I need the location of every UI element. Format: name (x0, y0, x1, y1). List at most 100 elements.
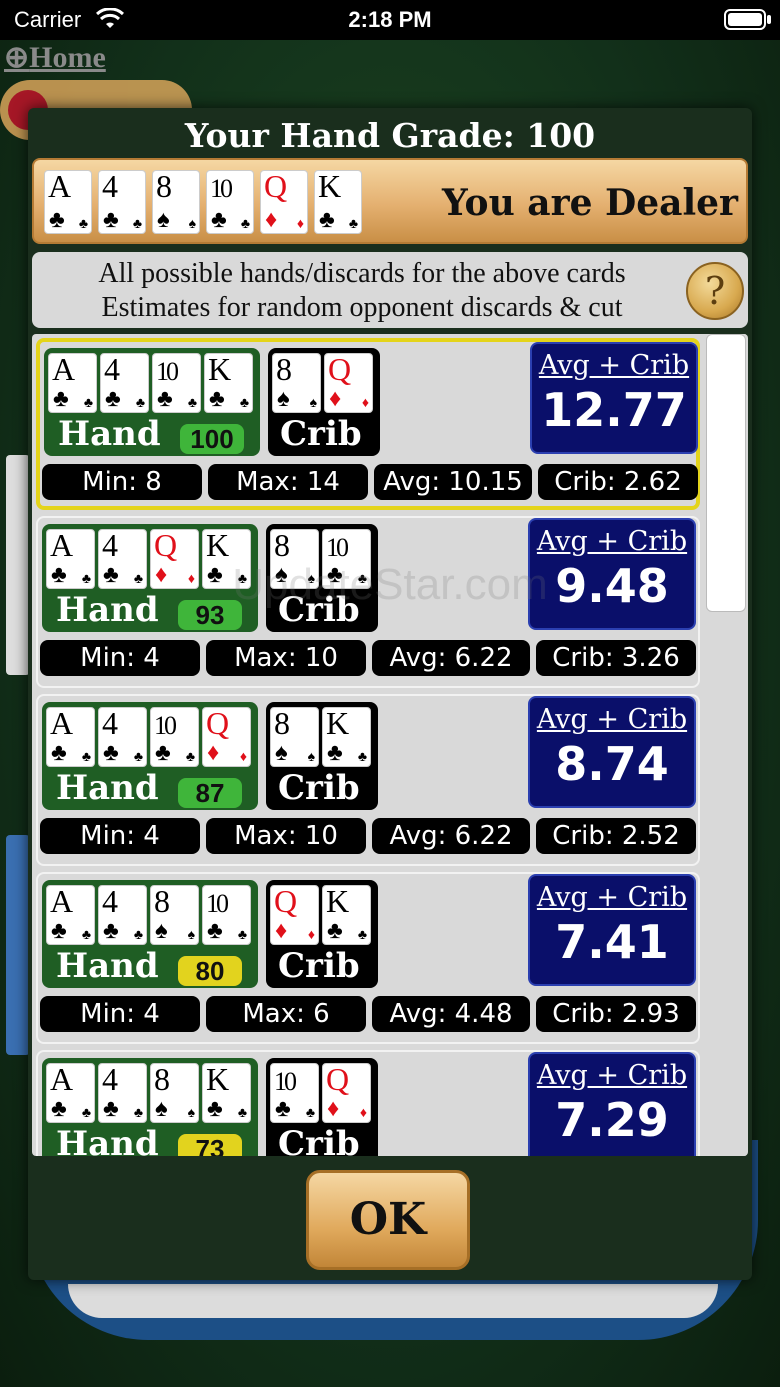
playing-card: 8 ♠ ♠ (270, 527, 319, 589)
card-suit-small-icon: ♣ (133, 570, 143, 586)
avg-crib-value: 9.48 (555, 559, 669, 613)
card-suit-small-icon: ♣ (237, 570, 247, 586)
avg-crib-box: Avg + Crib 7.29 (528, 1052, 696, 1156)
card-suit-small-icon: ♣ (133, 748, 143, 764)
avg-crib-label: Avg + Crib (536, 526, 688, 557)
max-stat: Max: 10 (206, 640, 366, 676)
card-rank: 4 (102, 705, 118, 741)
help-button[interactable]: ? (686, 262, 744, 320)
dealt-hand-banner: A ♣ ♣ 4 ♣ ♣ 8 ♠ ♠ 10 ♣ ♣ Q ♦ ♦ K ♣ ♣ You are Dealer (32, 158, 748, 244)
max-stat: Max: 10 (206, 818, 366, 854)
discard-option-row[interactable]: A ♣ ♣ 4 ♣ ♣ 10 ♣ ♣ Q ♦ ♦ Hand 87 8 ♠ ♠ K ♣ ♣ Crib Avg + Crib 8… (36, 694, 700, 866)
avg-crib-value: 7.41 (555, 915, 669, 969)
card-rank: K (326, 883, 350, 919)
playing-card: A ♣ ♣ (48, 351, 97, 413)
card-suit-icon: ♣ (53, 385, 69, 412)
card-suit-small-icon: ♠ (307, 570, 315, 586)
hand-grade-dialog: Your Hand Grade: 100 A ♣ ♣ 4 ♣ ♣ 8 ♠ ♠ 10 ♣ ♣ Q ♦ ♦ K ♣ ♣… (28, 108, 752, 1280)
card-suit-icon: ♦ (275, 917, 288, 944)
card-rank: 8 (154, 883, 170, 919)
card-suit-small-icon: ♣ (132, 215, 142, 231)
hand-cards: A ♣ ♣ 4 ♣ ♣ 10 ♣ ♣ K ♣ ♣ (48, 351, 253, 413)
battery-icon (724, 9, 766, 30)
stats-row: Min: 4 Max: 10 Avg: 6.22 Crib: 2.52 (40, 818, 696, 854)
card-rank: 4 (104, 351, 120, 387)
card-rank: 8 (156, 168, 172, 204)
crib-box: 8 ♠ ♠ 10 ♣ ♣ Crib (266, 524, 378, 632)
discard-option-row[interactable]: A ♣ ♣ 4 ♣ ♣ Q ♦ ♦ K ♣ ♣ Hand 93 8 ♠ ♠ 10 ♣ ♣ Crib Avg + Crib 9… (36, 516, 700, 688)
card-rank: A (50, 1061, 74, 1097)
card-rank: A (50, 527, 74, 563)
card-rank: 8 (154, 1061, 170, 1097)
playing-card: 4 ♣ ♣ (100, 351, 149, 413)
discard-option-row[interactable]: A ♣ ♣ 4 ♣ ♣ 8 ♠ ♠ 10 ♣ ♣ Hand 80 Q ♦ ♦ K ♣ ♣ Crib Avg + Crib 7… (36, 872, 700, 1044)
card-suit-icon: ♣ (103, 739, 119, 766)
playing-card: 10 ♣ ♣ (152, 353, 201, 413)
card-suit-small-icon: ♣ (239, 394, 249, 410)
card-suit-icon: ♣ (49, 206, 65, 233)
card-rank: 8 (274, 527, 290, 563)
card-rank: Q (206, 705, 230, 741)
playing-card: 4 ♣ ♣ (98, 527, 147, 589)
scroll-thumb[interactable] (706, 334, 746, 612)
playing-card: Q ♦ ♦ (150, 527, 199, 589)
avg-crib-label: Avg + Crib (536, 882, 688, 913)
card-rank: K (206, 1061, 230, 1097)
avg-crib-label: Avg + Crib (536, 704, 688, 735)
card-suit-icon: ♦ (327, 1095, 340, 1122)
discard-options-list[interactable]: A ♣ ♣ 4 ♣ ♣ 8 ♠ ♠ K ♣ ♣ Hand 73 10 ♣ ♣ Q ♦ ♦ Crib Avg + Crib 7… (32, 334, 748, 1156)
hand-box: A ♣ ♣ 4 ♣ ♣ 8 ♠ ♠ K ♣ ♣ Hand 73 (42, 1058, 258, 1156)
playing-card: 10 ♣ ♣ (322, 529, 371, 589)
playing-card: Q ♦ ♦ (324, 351, 373, 413)
card-rank: A (50, 883, 74, 919)
ok-button[interactable]: OK (306, 1170, 470, 1270)
playing-card: A ♣ ♣ (46, 1061, 95, 1123)
crib-stat: Crib: 2.93 (536, 996, 696, 1032)
card-suit-icon: ♠ (275, 739, 288, 766)
crib-cards: 8 ♠ ♠ 10 ♣ ♣ (270, 527, 371, 589)
crib-box: 8 ♠ ♠ K ♣ ♣ Crib (266, 702, 378, 810)
playing-card: A ♣ ♣ (46, 705, 95, 767)
battery-tip (767, 15, 771, 24)
avg-stat: Avg: 4.48 (372, 996, 530, 1032)
card-suit-icon: ♣ (51, 739, 67, 766)
avg-crib-value: 8.74 (555, 737, 669, 791)
dialog-title: Your Hand Grade: 100 (184, 116, 596, 155)
card-rank: Q (328, 351, 352, 387)
dealer-text: You are Dealer (441, 182, 738, 224)
scrollbar[interactable] (706, 334, 746, 1156)
avg-stat: Avg: 10.15 (374, 464, 532, 500)
card-suit-small-icon: ♣ (83, 394, 93, 410)
home-link[interactable]: ⊕Home (4, 40, 106, 75)
playing-card: 4 ♣ ♣ (98, 1061, 147, 1123)
card-suit-icon: ♣ (327, 739, 343, 766)
card-rank: K (208, 351, 232, 387)
card-rank: K (206, 527, 230, 563)
crib-label: Crib (280, 414, 362, 454)
playing-card: Q ♦ ♦ (202, 705, 251, 767)
card-rank: A (52, 351, 76, 387)
card-suit-small-icon: ♦ (187, 570, 195, 586)
hand-box: A ♣ ♣ 4 ♣ ♣ 10 ♣ ♣ Q ♦ ♦ Hand 87 (42, 702, 258, 810)
card-suit-small-icon: ♠ (309, 394, 317, 410)
playing-card: A ♣ ♣ (46, 527, 95, 589)
playing-card: 8 ♠ ♠ (150, 883, 199, 945)
background-deck (6, 835, 30, 1055)
card-suit-icon: ♣ (103, 206, 119, 233)
card-suit-icon: ♠ (275, 561, 288, 588)
card-rank: Q (154, 527, 178, 563)
home-label: Home (29, 41, 106, 74)
card-suit-small-icon: ♣ (78, 215, 88, 231)
stats-row: Min: 4 Max: 10 Avg: 6.22 Crib: 3.26 (40, 640, 696, 676)
card-suit-icon: ♣ (51, 561, 67, 588)
hand-label: Hand (58, 414, 161, 454)
min-stat: Min: 4 (40, 640, 200, 676)
discard-option-row[interactable]: A ♣ ♣ 4 ♣ ♣ 10 ♣ ♣ K ♣ ♣ Hand 100 8 ♠ ♠ Q ♦ ♦ Crib Avg + Crib… (36, 338, 700, 510)
discard-option-row[interactable]: A ♣ ♣ 4 ♣ ♣ 8 ♠ ♠ K ♣ ♣ Hand 73 10 ♣ ♣ Q ♦ ♦ Crib Avg + Crib 7… (36, 1050, 700, 1156)
card-suit-small-icon: ♣ (81, 1104, 91, 1120)
playing-card: A ♣ ♣ (46, 883, 95, 945)
playing-card: 10 ♣ ♣ (270, 1063, 319, 1123)
playing-card: K ♣ ♣ (204, 351, 253, 413)
card-suit-icon: ♣ (105, 385, 121, 412)
card-rank: Q (326, 1061, 350, 1097)
